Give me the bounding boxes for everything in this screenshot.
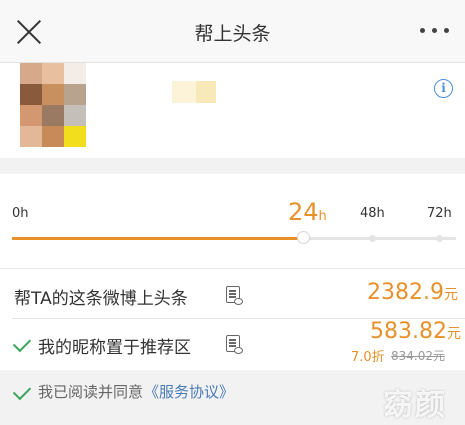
discount-badge: 7.0折 [351,350,385,365]
slider-stop-72h[interactable] [436,235,443,242]
more-dot [420,28,425,33]
doc-preview-icon[interactable] [226,335,243,354]
nickname-price-value: 583.82 [370,319,447,344]
more-dot [432,28,437,33]
page-title: 帮上头条 [194,23,271,45]
nickname-price: 583.82元 [370,319,461,344]
tick-label-0h[interactable]: 0h [12,206,29,221]
nickname-price-unit: 元 [446,326,461,342]
top-bar: 帮上头条 [0,0,465,63]
nickname-option-label: 我的昵称置于推荐区 [38,338,191,358]
agreement-check-icon[interactable] [12,381,32,401]
slider-handle[interactable] [297,231,310,244]
tick-label-72h[interactable]: 72h [427,206,452,221]
post-preview: i [0,63,465,158]
slider-fill [12,237,303,240]
promo-price-unit: 元 [443,287,458,303]
tick-label-selected[interactable]: 24h [288,198,327,226]
agreement-text: 我已阅读并同意 [38,383,144,401]
promo-option-label: 帮TA的这条微博上头条 [14,289,188,309]
more-dot [444,28,449,33]
original-price: 834.02元 [391,349,445,363]
section-gap [0,158,465,174]
blurred-post-text [196,81,216,103]
promo-price: 2382.9元 [367,280,458,305]
service-agreement-link[interactable]: 《服务协议》 [144,381,234,402]
nickname-check-icon[interactable] [12,333,32,353]
more-icon[interactable] [420,28,449,33]
post-thumbnail [20,63,86,147]
promo-price-value: 2382.9 [367,280,444,305]
divider [0,268,465,269]
tick-label-48h[interactable]: 48h [360,206,385,221]
duration-slider[interactable]: 0h 24h 48h 72h [0,174,465,268]
info-icon[interactable]: i [434,79,453,98]
selected-duration-unit: h [318,209,327,224]
slider-stop-48h[interactable] [369,235,376,242]
selected-duration-value: 24 [288,198,319,226]
watermark: 窈颜 [383,388,447,423]
doc-preview-icon[interactable] [226,286,243,305]
